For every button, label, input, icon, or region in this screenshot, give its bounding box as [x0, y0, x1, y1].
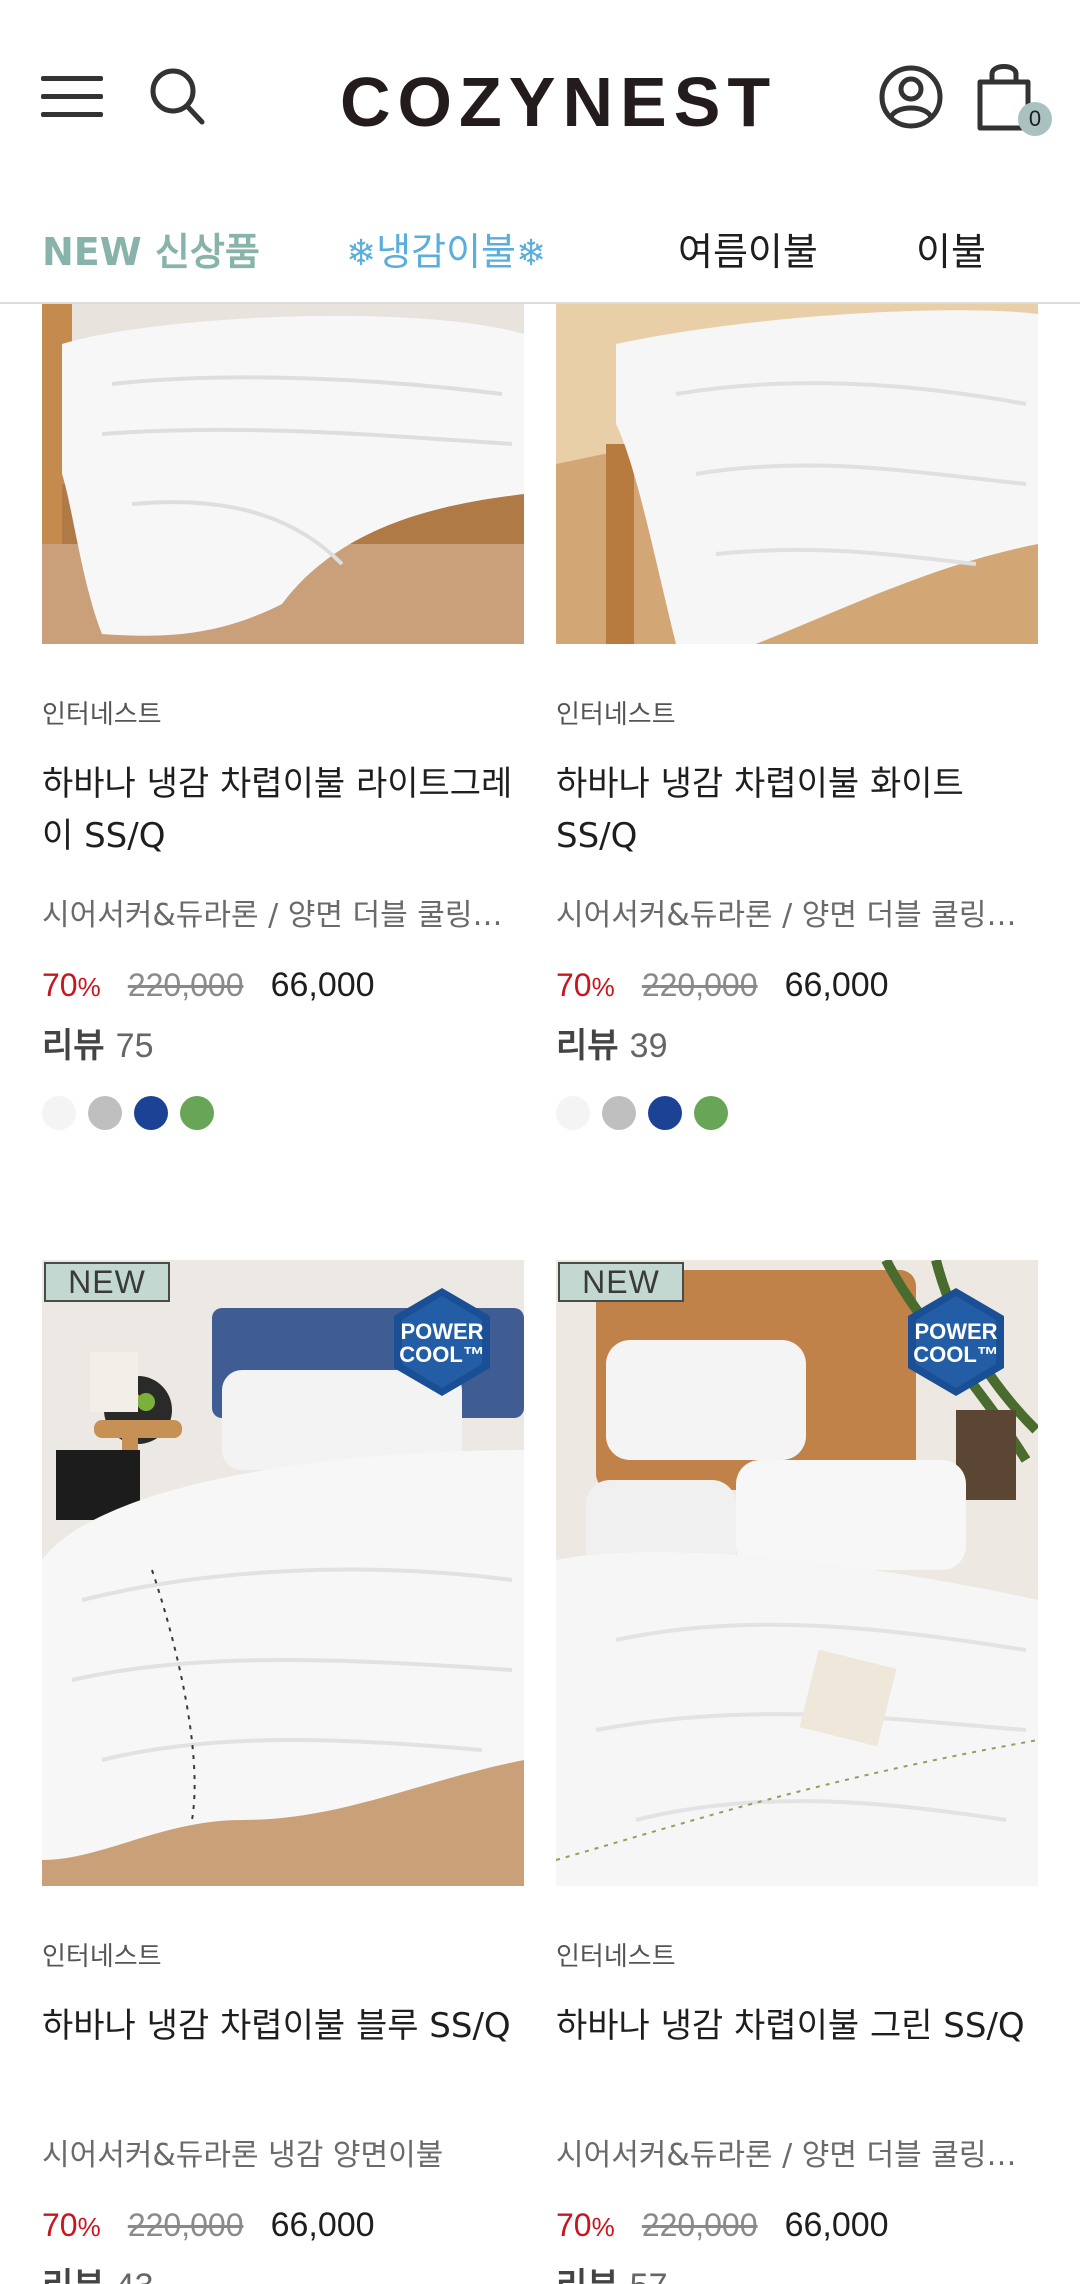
- badge-text: POWER: [914, 1319, 998, 1344]
- price-row: 70% 220,000 66,000: [556, 2206, 1038, 2252]
- color-swatch-lightgray[interactable]: [602, 1096, 637, 1130]
- product-name[interactable]: 하바나 냉감 차렵이불 화이트 SS/Q: [556, 758, 1038, 862]
- tab-label: 냉감이불: [376, 230, 517, 274]
- tab-label: 여름이불: [678, 230, 818, 274]
- product-image[interactable]: [556, 304, 1038, 644]
- review-count: 75: [115, 1027, 154, 1065]
- review-label: 리뷰: [556, 2266, 619, 2284]
- review-count: 39: [629, 1027, 668, 1065]
- account-icon[interactable]: [876, 62, 946, 132]
- product-name[interactable]: 하바나 냉감 차렵이불 그린 SS/Q: [556, 2000, 1038, 2052]
- color-swatches: [556, 1096, 735, 1136]
- tab-label: NEW 신상품: [42, 230, 260, 274]
- power-cool-badge: POWER COOL™: [900, 1286, 1012, 1398]
- price-row: 70% 220,000 66,000: [556, 966, 1038, 1012]
- discount-rate: 70%: [42, 967, 101, 1003]
- shopping-bag-icon[interactable]: 0: [970, 58, 1052, 138]
- badge-text: COOL™: [913, 1342, 999, 1367]
- product-list-page: 인터네스트 하바나 냉감 차렵이불 라이트그레이 SS/Q 시어서커&듀라론 /…: [0, 0, 1080, 2284]
- sale-price: 66,000: [784, 966, 889, 1004]
- product-brand: 인터네스트: [556, 1942, 676, 1972]
- product-description: 시어서커&듀라론 / 양면 더블 쿨링으로 더욱 시원한: [556, 898, 1038, 933]
- sale-price: 66,000: [270, 966, 375, 1004]
- product-name[interactable]: 하바나 냉감 차렵이불 블루 SS/Q: [42, 2000, 524, 2052]
- color-swatch-blue[interactable]: [648, 1096, 683, 1130]
- review-count: 43: [116, 2267, 154, 2284]
- product-brand: 인터네스트: [556, 700, 676, 730]
- product-brand: 인터네스트: [42, 700, 162, 730]
- product-name[interactable]: 하바나 냉감 차렵이불 라이트그레이 SS/Q: [42, 758, 524, 862]
- review-summary[interactable]: 리뷰 75: [42, 1018, 153, 1067]
- color-swatch-green[interactable]: [694, 1096, 729, 1130]
- review-label: 리뷰: [556, 1026, 619, 1066]
- review-summary[interactable]: 리뷰 43: [42, 2258, 153, 2284]
- tab-summer-blanket[interactable]: 여름이불: [678, 224, 818, 280]
- review-label: 리뷰: [42, 2266, 105, 2284]
- product-description: 시어서커&듀라론 / 양면 더블 쿨링으로 더욱 시원한: [556, 2138, 1038, 2173]
- original-price: 220,000: [127, 967, 244, 1003]
- color-swatch-lightgray[interactable]: [88, 1096, 123, 1130]
- product-brand: 인터네스트: [42, 1942, 162, 1972]
- price-row: 70% 220,000 66,000: [42, 2206, 524, 2252]
- tab-blanket[interactable]: 이불: [916, 224, 986, 280]
- product-image[interactable]: [42, 304, 524, 644]
- product-image[interactable]: NEW POWER COOL™: [42, 1260, 524, 1886]
- original-price: 220,000: [127, 2207, 244, 2243]
- review-count: 57: [630, 2267, 668, 2284]
- discount-rate: 70%: [556, 2207, 615, 2243]
- discount-rate: 70%: [556, 967, 615, 1003]
- badge-text: COOL™: [399, 1342, 485, 1367]
- search-icon[interactable]: [146, 64, 210, 130]
- new-badge: NEW: [558, 1262, 684, 1302]
- price-row: 70% 220,000 66,000: [42, 966, 524, 1012]
- color-swatches: [42, 1096, 221, 1136]
- product-description: 시어서커&듀라론 냉감 양면이불: [42, 2138, 444, 2173]
- snowflake-icon: ❄: [346, 233, 377, 274]
- power-cool-badge: POWER COOL™: [386, 1286, 498, 1398]
- review-summary[interactable]: 리뷰 57: [556, 2258, 667, 2284]
- product-card[interactable]: NEW POWER COOL™ 인터네스트 하바나 냉감 차렵이불 블루 SS/Q…: [42, 1260, 524, 2284]
- review-label: 리뷰: [42, 1026, 105, 1066]
- sale-price: 66,000: [784, 2206, 889, 2244]
- review-summary[interactable]: 리뷰 39: [556, 1018, 667, 1067]
- color-swatch-white[interactable]: [42, 1096, 76, 1130]
- tab-cooling-blanket[interactable]: ❄냉감이불❄: [346, 224, 546, 280]
- tab-label: 이불: [916, 230, 986, 274]
- new-badge: NEW: [44, 1262, 170, 1302]
- category-tabs: NEW 신상품 ❄냉감이불❄ 여름이불 이불: [0, 200, 1080, 304]
- sale-price: 66,000: [270, 2206, 375, 2244]
- product-description: 시어서커&듀라론 / 양면 더블 쿨링으로 더욱 시원한: [42, 898, 524, 933]
- top-header: COZYNEST 0: [0, 0, 1080, 200]
- product-image[interactable]: NEW POWER COOL™: [556, 1260, 1038, 1886]
- color-swatch-green[interactable]: [180, 1096, 215, 1130]
- original-price: 220,000: [641, 2207, 758, 2243]
- original-price: 220,000: [641, 967, 758, 1003]
- color-swatch-blue[interactable]: [134, 1096, 169, 1130]
- snowflake-icon: ❄: [516, 233, 547, 274]
- tabs-divider: [0, 302, 1080, 304]
- badge-text: POWER: [400, 1319, 484, 1344]
- site-logo[interactable]: COZYNEST: [340, 62, 770, 142]
- tab-new-products[interactable]: NEW 신상품: [42, 224, 260, 280]
- product-card[interactable]: NEW POWER COOL™ 인터네스트 하바나 냉감 차렵이불 그린 SS/Q…: [556, 1260, 1038, 2284]
- discount-rate: 70%: [42, 2207, 101, 2243]
- menu-icon[interactable]: [38, 66, 108, 128]
- cart-count-badge: 0: [1018, 102, 1052, 136]
- color-swatch-white[interactable]: [556, 1096, 590, 1130]
